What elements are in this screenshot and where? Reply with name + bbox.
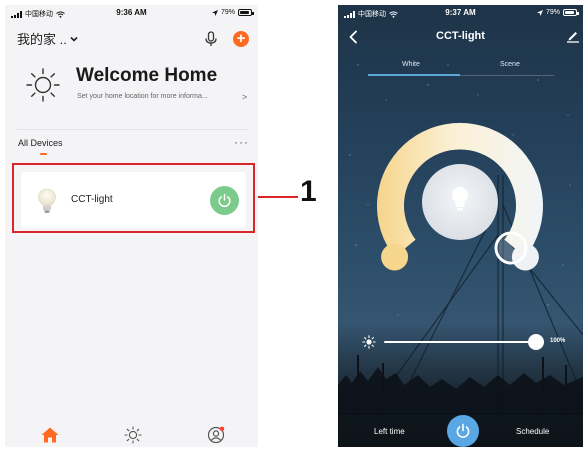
- status-right: 79%: [211, 9, 254, 16]
- more-icon[interactable]: ···: [234, 135, 249, 149]
- highlight-box: [12, 163, 255, 233]
- home-selector[interactable]: 我的家 ..: [17, 29, 78, 48]
- color-temperature-wheel[interactable]: [360, 102, 560, 302]
- sun-icon: [26, 68, 60, 102]
- status-right: 79%: [536, 9, 579, 16]
- fence-silhouette: [338, 355, 583, 415]
- tab-all-devices[interactable]: All Devices: [18, 138, 63, 148]
- callout-line: [258, 196, 298, 198]
- home-name: 我的家 ..: [17, 32, 67, 47]
- status-bar: 中国移动 9:36 AM 79%: [5, 5, 258, 21]
- power-button[interactable]: [447, 415, 479, 447]
- location-arrow-icon: [211, 9, 218, 16]
- chevron-right-icon: >: [242, 92, 248, 102]
- page-title: CCT-light: [436, 30, 485, 42]
- battery-percent: 79%: [220, 9, 235, 16]
- user-icon[interactable]: [207, 426, 225, 444]
- power-icon: [456, 423, 470, 438]
- screenshot-stage: 中国移动 9:36 AM 79% 我的家 .. + Welcome Home S…: [0, 0, 587, 450]
- status-bar: 中国移动 9:37 AM 79%: [338, 5, 583, 21]
- active-tab-indicator: [40, 153, 47, 155]
- active-tab-indicator: [368, 74, 460, 76]
- mic-icon[interactable]: [204, 31, 218, 47]
- divider: [17, 129, 249, 130]
- brightness-value: 100%: [550, 338, 566, 344]
- home-icon[interactable]: [41, 427, 59, 443]
- bottom-tab-bar: [5, 423, 258, 447]
- chevron-down-icon: [70, 36, 78, 42]
- edit-icon[interactable]: [566, 29, 580, 43]
- device-control-screen: 中国移动 9:37 AM 79% CCT-light White Scene 1…: [338, 5, 583, 447]
- callout-number: 1: [300, 175, 317, 208]
- brightness-slider-track[interactable]: [384, 341, 534, 343]
- tab-scene[interactable]: Scene: [500, 61, 520, 68]
- welcome-title: Welcome Home: [76, 65, 218, 86]
- welcome-subtitle: Set your home location for more informa.…: [77, 93, 208, 100]
- left-time-button[interactable]: Left time: [374, 427, 405, 436]
- battery-icon: [238, 9, 254, 16]
- tab-white[interactable]: White: [402, 61, 420, 68]
- battery-percent: 79%: [545, 9, 560, 16]
- welcome-banner[interactable]: Welcome Home Set your home location for …: [25, 65, 257, 109]
- location-arrow-icon: [536, 9, 543, 16]
- add-icon[interactable]: +: [233, 31, 249, 47]
- schedule-button[interactable]: Schedule: [516, 427, 549, 436]
- battery-icon: [563, 9, 579, 16]
- sun-icon[interactable]: [124, 426, 142, 444]
